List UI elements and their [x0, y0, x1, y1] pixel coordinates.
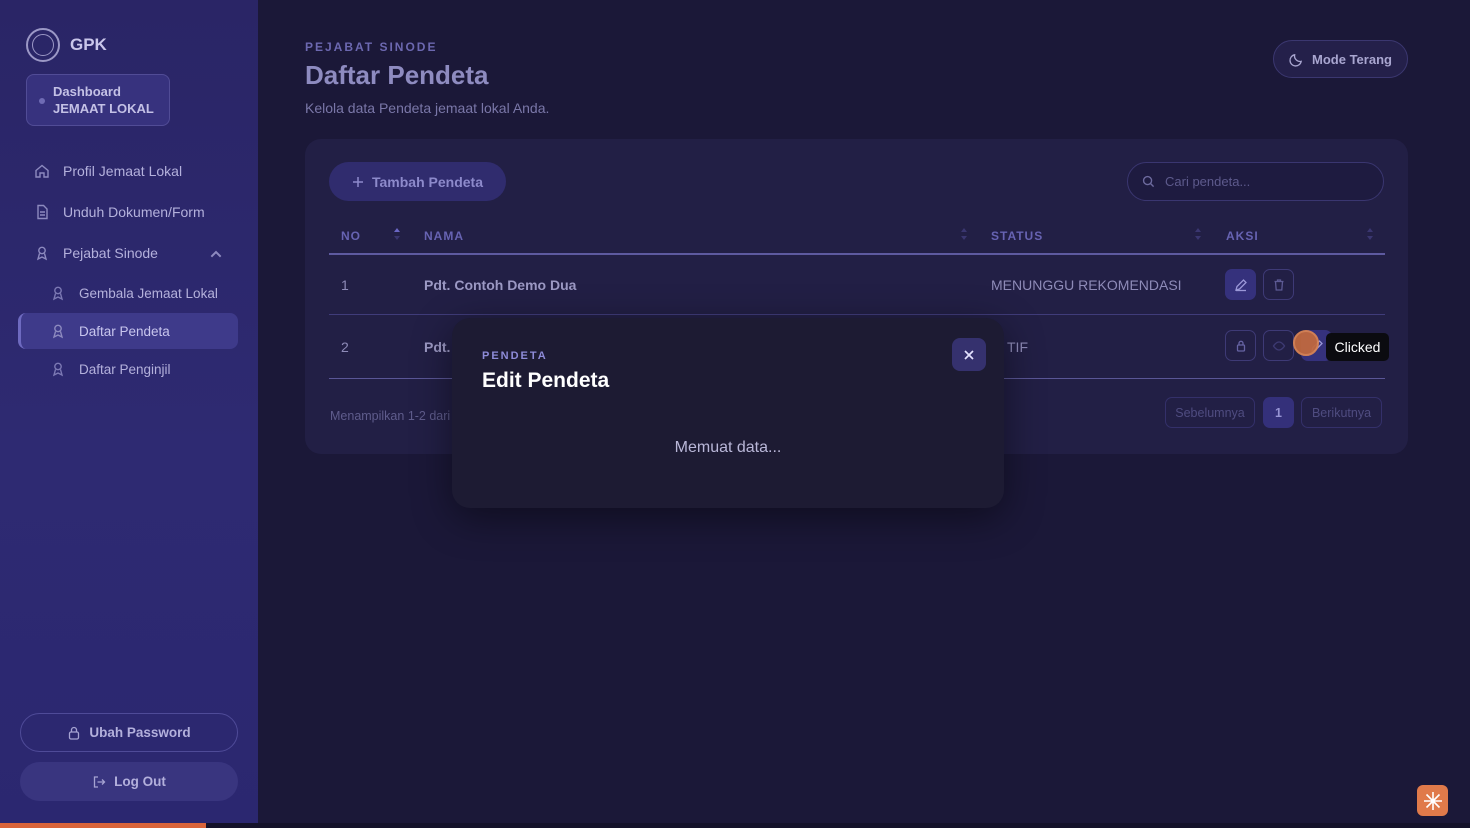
close-icon: [964, 349, 974, 360]
dot-icon: [39, 98, 45, 104]
column-header-aksi: AKSI: [1226, 229, 1259, 243]
trash-icon: [1274, 278, 1283, 291]
sidebar-item-label: Unduh Dokumen/Form: [63, 204, 205, 220]
pencil-icon: [1234, 278, 1247, 291]
click-indicator: [1293, 330, 1319, 356]
sort-icon[interactable]: [960, 227, 968, 241]
modal-loading-text: Memuat data...: [674, 439, 782, 456]
column-header-status[interactable]: STATUS: [991, 229, 1043, 243]
cell-no: 2: [341, 339, 349, 355]
prev-page-button[interactable]: Sebelumnya: [1165, 397, 1255, 428]
column-header-nama[interactable]: NAMA: [424, 229, 464, 243]
modal-title: Edit Pendeta: [482, 369, 610, 392]
add-pendeta-button[interactable]: Tambah Pendeta: [329, 162, 506, 201]
change-password-label: Ubah Password: [89, 725, 191, 740]
dashboard-card[interactable]: Dashboard JEMAAT LOKAL: [26, 74, 170, 126]
sidebar-item-label: Profil Jemaat Lokal: [63, 163, 183, 179]
eye-icon: [1272, 340, 1285, 351]
sort-icon[interactable]: [393, 227, 401, 241]
sidebar-item-pejabat-sinode[interactable]: Pejabat Sinode: [18, 234, 238, 272]
dashboard-card-title: Dashboard: [53, 84, 121, 99]
sidebar-item-daftar-pendeta[interactable]: Daftar Pendeta: [18, 313, 238, 349]
click-tooltip: Clicked: [1326, 333, 1389, 361]
moon-icon: [1289, 53, 1303, 67]
cell-name: Pdt. Contoh Demo Dua: [424, 277, 577, 293]
user-badge-icon: [52, 286, 64, 301]
cell-no: 1: [341, 277, 349, 293]
page-eyebrow: PEJABAT SINODE: [305, 40, 438, 54]
edit-button[interactable]: [1225, 269, 1256, 300]
pagination-summary: Menampilkan 1-2 dari: [330, 409, 451, 423]
logout-icon: [93, 775, 106, 788]
sidebar-item-label: Daftar Pendeta: [79, 323, 170, 339]
change-password-button[interactable]: Ubah Password: [20, 713, 238, 752]
delete-button[interactable]: [1263, 269, 1294, 300]
sidebar-item-label: Daftar Penginjil: [79, 361, 171, 377]
sidebar-item-gembala-jemaat[interactable]: Gembala Jemaat Lokal: [18, 275, 238, 311]
brand-name: GPK: [70, 35, 107, 54]
table-header: NO NAMA STATUS AKSI: [329, 225, 1385, 255]
lock-button[interactable]: [1225, 330, 1256, 361]
sidebar-item-label: Pejabat Sinode: [63, 245, 158, 261]
cell-status: TIF: [1007, 339, 1028, 355]
lock-icon: [1236, 340, 1245, 352]
page-title: Daftar Pendeta: [305, 60, 489, 90]
chevron-up-icon[interactable]: [208, 246, 224, 262]
next-page-button[interactable]: Berikutnya: [1301, 397, 1382, 428]
page-1-button[interactable]: 1: [1263, 397, 1294, 428]
sidebar-item-unduh-dokumen[interactable]: Unduh Dokumen/Form: [18, 193, 238, 231]
table-row: 1 Pdt. Contoh Demo Dua MENUNGGU REKOMEND…: [329, 255, 1385, 315]
sort-icon[interactable]: [1194, 227, 1202, 241]
search-input[interactable]: [1165, 174, 1365, 189]
document-icon: [37, 204, 48, 220]
sort-icon[interactable]: [1366, 227, 1374, 241]
sidebar: GPK Dashboard JEMAAT LOKAL Profil Jemaat…: [0, 0, 258, 828]
cell-name: Pdt.: [424, 339, 451, 355]
modal-close-button[interactable]: [952, 338, 986, 371]
dashboard-card-subtitle: JEMAAT LOKAL: [53, 101, 154, 116]
add-pendeta-label: Tambah Pendeta: [372, 173, 483, 190]
cell-status: MENUNGGU REKOMENDASI: [991, 277, 1182, 293]
column-header-no[interactable]: NO: [341, 229, 361, 243]
lock-icon: [69, 726, 80, 740]
sidebar-nav: Profil Jemaat Lokal Unduh Dokumen/Form P…: [18, 152, 238, 389]
logout-label: Log Out: [114, 774, 166, 789]
plus-icon: [353, 176, 363, 187]
theme-toggle-label: Mode Terang: [1312, 51, 1392, 67]
theme-toggle-button[interactable]: Mode Terang: [1273, 40, 1408, 78]
search-icon: [1142, 175, 1155, 188]
user-badge-icon: [36, 246, 48, 261]
user-badge-icon: [52, 362, 64, 377]
progress-bar: [0, 823, 1470, 828]
page-subtitle: Kelola data Pendeta jemaat lokal Anda.: [305, 100, 550, 116]
progress-bar-fill: [0, 823, 206, 828]
home-icon: [35, 164, 49, 178]
sidebar-item-daftar-penginjil[interactable]: Daftar Penginjil: [18, 351, 238, 387]
sparkle-icon[interactable]: [1417, 785, 1448, 816]
sidebar-item-profil-jemaat[interactable]: Profil Jemaat Lokal: [18, 152, 238, 190]
user-badge-icon: [52, 324, 64, 339]
search-box: [1127, 162, 1384, 201]
modal-eyebrow: PENDETA: [482, 350, 548, 362]
brand-logo-icon: [26, 28, 60, 62]
sidebar-item-label: Gembala Jemaat Lokal: [79, 285, 218, 301]
edit-pendeta-modal: PENDETA Edit Pendeta Memuat data...: [452, 318, 1004, 508]
logout-button[interactable]: Log Out: [20, 762, 238, 801]
brand[interactable]: GPK: [26, 28, 107, 62]
view-button[interactable]: [1263, 330, 1294, 361]
